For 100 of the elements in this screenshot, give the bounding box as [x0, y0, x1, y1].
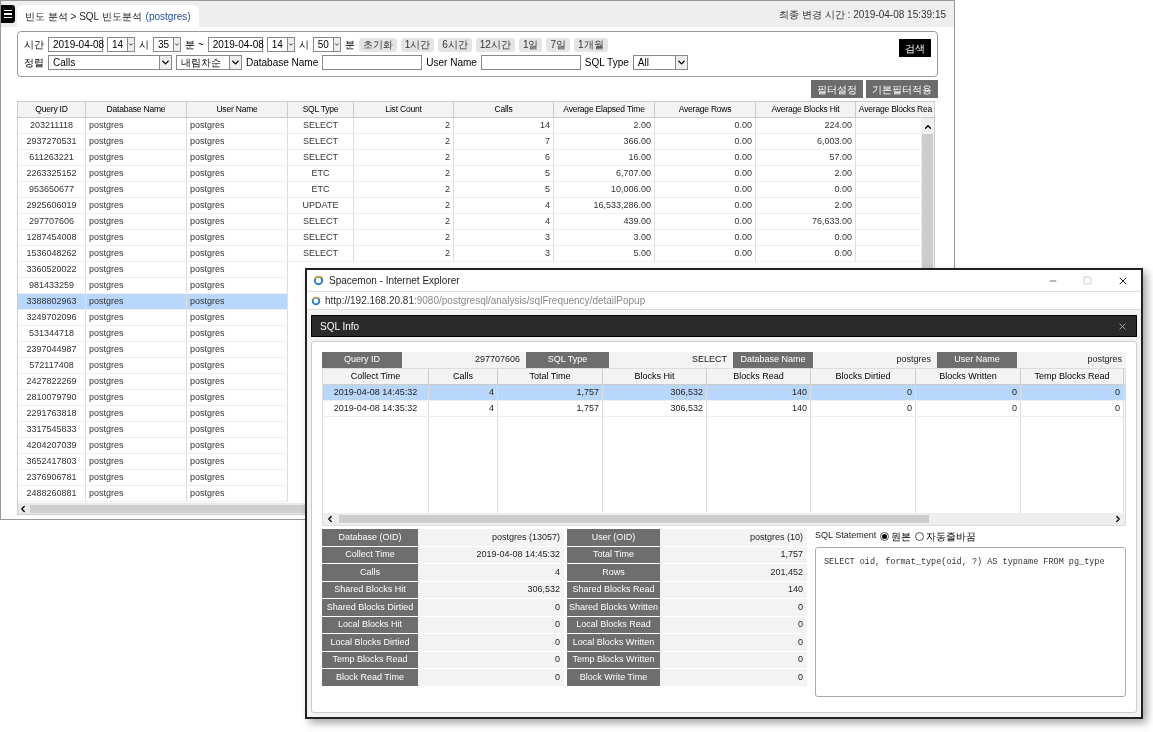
column-header[interactable]: Average Rows: [655, 102, 756, 117]
table-row[interactable]: 1287454008 postgres postgres SELECT 2 3 3.00 0.00 0.00: [18, 230, 921, 246]
quick-range-button[interactable]: 6시간: [438, 37, 472, 52]
table-row[interactable]: 3652417803 postgres postgres: [18, 454, 288, 470]
column-header[interactable]: Blocks Written: [916, 369, 1021, 384]
summary-value: postgres: [895, 353, 932, 367]
scroll-left-icon[interactable]: [18, 503, 28, 514]
radio-option[interactable]: 자동줄바꿈: [915, 528, 977, 544]
breadcrumb-tab[interactable]: 빈도 분석 > SQL 빈도분석 (postgres): [17, 5, 199, 27]
to-minute-select[interactable]: 50: [312, 37, 341, 52]
table-row[interactable]: 3317545833 postgres postgres: [18, 422, 288, 438]
column-header[interactable]: User Name: [187, 102, 288, 117]
table-row[interactable]: 2488260881 postgres postgres: [18, 486, 288, 502]
quick-range-button[interactable]: 7일: [546, 37, 570, 52]
last-modified-time: 최종 변경 시간 : 2019-04-08 15:39:15: [779, 7, 946, 22]
column-header[interactable]: Average Blocks Rea: [856, 102, 934, 117]
detail-value: 0: [660, 599, 807, 616]
to-date-field[interactable]: 2019-04-08: [207, 37, 263, 52]
horizontal-scrollbar[interactable]: [323, 513, 1125, 525]
table-cell-text: postgres: [190, 118, 225, 132]
table-row[interactable]: 611263221 postgres postgres SELECT 2 6 16.00 0.00 57.00: [18, 150, 921, 166]
chevron-down-icon: [229, 56, 241, 69]
table-row[interactable]: 2427822269 postgres postgres: [18, 374, 288, 390]
table-row[interactable]: 572117408 postgres postgres: [18, 358, 288, 374]
table-cell-text: postgres: [190, 246, 225, 260]
column-header[interactable]: Blocks Hit: [603, 369, 707, 384]
table-row[interactable]: 953650677 postgres postgres ETC 2 5 10,006.00 0.00 0.00: [18, 182, 921, 198]
quick-range-button[interactable]: 1일: [518, 37, 543, 52]
table-row[interactable]: 2937270531 postgres postgres SELECT 2 7 366.00 0.00 6,003.00: [18, 134, 921, 150]
table-row[interactable]: 2376906781 postgres postgres: [18, 470, 288, 486]
table-cell-text: postgres: [190, 470, 225, 484]
table-cell-text: 0.00: [734, 150, 752, 164]
filter-button[interactable]: 필터설정: [811, 80, 863, 98]
table-row[interactable]: 2291763818 postgres postgres: [18, 406, 288, 422]
sql-text-area[interactable]: SELECT oid, format_type(oid, ?) AS typname FROM pg_type: [815, 547, 1126, 697]
table-row[interactable]: 2925606019 postgres postgres UPDATE 2 4 16,533,286.00 0.00 2.00: [18, 198, 921, 214]
quick-range-button[interactable]: 초기화: [358, 37, 397, 52]
to-hour-select[interactable]: 14: [266, 37, 295, 52]
table-cell-text: 2: [445, 150, 450, 164]
table-row[interactable]: 2397044987 postgres postgres: [18, 342, 288, 358]
table-cell-text: postgres: [190, 342, 225, 356]
from-minute-select[interactable]: 35: [153, 37, 181, 52]
sort-field-select[interactable]: Calls: [48, 55, 172, 70]
column-header[interactable]: List Count: [354, 102, 454, 117]
menu-toggle-icon[interactable]: [1, 5, 15, 23]
column-header[interactable]: Blocks Dirtied: [811, 369, 916, 384]
detail-label: Block Write Time: [567, 669, 660, 686]
table-cell-text: postgres: [190, 326, 225, 340]
table-row[interactable]: 203211118 postgres postgres SELECT 2 14 2.00 0.00 224.00: [18, 118, 921, 134]
column-header[interactable]: Average Elapsed Time: [554, 102, 655, 117]
table-row[interactable]: 2019-04-08 14:35:32 4 1,757 306,532 140 0 0 0: [323, 401, 1125, 417]
table-row[interactable]: 2263325152 postgres postgres ETC 2 5 6,707.00 0.00 2.00: [18, 166, 921, 182]
column-header[interactable]: Database Name: [86, 102, 187, 117]
filter-button[interactable]: 기본필터적용: [866, 80, 938, 98]
database-name-field[interactable]: [322, 55, 423, 70]
sql-type-select[interactable]: All: [632, 55, 688, 70]
from-hour-select[interactable]: 14: [107, 37, 135, 52]
table-cell-text: 3317545833: [26, 422, 77, 436]
quick-range-button[interactable]: 12시간: [475, 37, 515, 52]
table-row[interactable]: 3249702096 postgres postgres: [18, 310, 288, 326]
sort-order-select[interactable]: 내림차순: [176, 55, 242, 70]
table-row[interactable]: 2019-04-08 14:45:32 4 1,757 306,532 140 0 0 0: [323, 385, 1125, 401]
column-header[interactable]: Query ID: [18, 102, 86, 117]
database-name-text: (postgres): [145, 9, 191, 24]
table-cell-text: postgres: [190, 406, 225, 420]
table-row[interactable]: 531344718 postgres postgres: [18, 326, 288, 342]
table-row[interactable]: 2810079790 postgres postgres: [18, 390, 288, 406]
table-row[interactable]: 981433259 postgres postgres: [18, 278, 288, 294]
column-header[interactable]: Total Time: [498, 369, 603, 384]
table-cell-text: SELECT: [303, 246, 338, 260]
column-header[interactable]: Collect Time: [323, 369, 429, 384]
table-cell-text: 0: [1115, 385, 1120, 399]
quick-range-button[interactable]: 1개월: [574, 37, 608, 52]
search-button[interactable]: 검색: [899, 39, 931, 57]
table-row[interactable]: 297707606 postgres postgres SELECT 2 4 439.00 0.00 76,633.00: [18, 214, 921, 230]
column-header[interactable]: Average Blocks Hit: [756, 102, 856, 117]
table-row[interactable]: 4204207039 postgres postgres: [18, 438, 288, 454]
column-header[interactable]: SQL Type: [288, 102, 354, 117]
table-cell-text: postgres: [89, 454, 124, 468]
column-header[interactable]: Temp Blocks Read: [1021, 369, 1124, 384]
scroll-right-icon[interactable]: [1113, 514, 1123, 524]
column-header[interactable]: Calls: [454, 102, 554, 117]
table-row[interactable]: 1536048262 postgres postgres SELECT 2 3 5.00 0.00 0.00: [18, 246, 921, 262]
radio-option[interactable]: 원본: [880, 528, 912, 544]
table-cell-text: postgres: [89, 358, 124, 372]
table-cell-text: 5.00: [633, 246, 651, 260]
scroll-up-icon[interactable]: [922, 122, 933, 132]
from-date-field[interactable]: 2019-04-08: [48, 37, 103, 52]
table-row[interactable]: 3388802963 postgres postgres: [18, 294, 288, 310]
table-row[interactable]: 3360520022 postgres postgres: [18, 262, 288, 278]
table-cell-text: 4: [489, 385, 494, 399]
table-cell-text: postgres: [190, 438, 225, 452]
address-bar[interactable]: http://192.168.20.81:9080/postgresql/analysis/sqlFrequency/detailPopup: [307, 291, 1141, 310]
detail-value: 201,452: [660, 564, 807, 581]
scroll-left-icon[interactable]: [325, 514, 335, 524]
column-header[interactable]: Calls: [429, 369, 498, 384]
table-cell-text: SELECT: [303, 214, 338, 228]
quick-range-button[interactable]: 1시간: [400, 37, 435, 52]
user-name-field[interactable]: [480, 55, 581, 70]
column-header[interactable]: Blocks Read: [707, 369, 811, 384]
